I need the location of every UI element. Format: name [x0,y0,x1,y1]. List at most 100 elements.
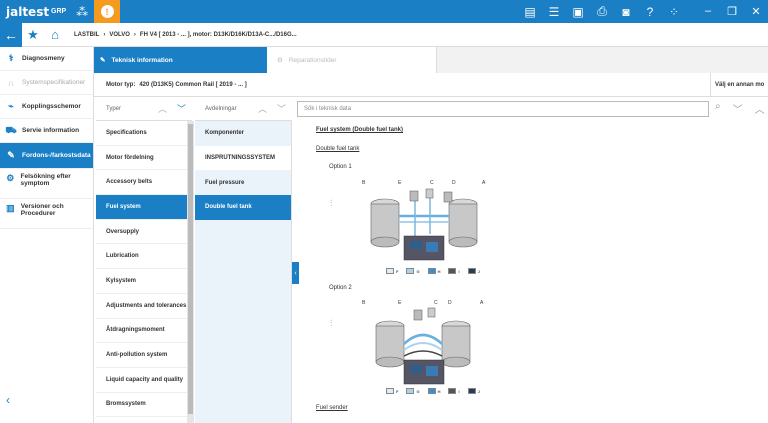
list-item[interactable]: Specifications [96,121,187,146]
list-icon[interactable]: ☰ [542,0,566,23]
list-item[interactable]: Anti-pollution system [96,343,187,368]
list-item[interactable]: Double fuel tank [195,195,291,220]
sidebar-item-label: Diagnosmeny [22,55,65,62]
sidebar-item-servie-information[interactable]: ⛟ Servie information [0,119,93,143]
choose-other-motor[interactable]: Välj en annan mo [710,72,764,97]
collapse-sidebar-icon[interactable]: ‹ [6,393,10,407]
search-input[interactable]: Sök i teknisk data [297,101,709,117]
avdelningar-title: Avdelningar [205,105,237,112]
scrollbar-thumb[interactable] [188,124,193,414]
breadcrumb-item[interactable]: FH V4 [ 2013 - ... ], motor: D13K/D16K/D… [140,32,297,38]
chevron-right-icon: › [103,31,106,38]
motor-value: 420 (D13K5) Common Rail [ 2019 - ... ] [139,81,247,88]
fig-letter: D [448,300,452,306]
list-item[interactable]: Lubrication [96,244,187,270]
fig-letter: D [452,180,456,186]
wiring-icon: ⌁ [8,101,14,111]
chevron-down-icon[interactable]: ﹀ [177,102,186,115]
tab-teknisk-information[interactable]: ✎ Teknisk information [94,47,267,73]
list-item[interactable]: Komponenter [195,121,291,146]
list-item[interactable]: Accessory belts [96,170,187,196]
list-item[interactable]: Oversupply [96,220,187,245]
help-icon[interactable]: ? [638,0,662,23]
typer-title: Typer [106,105,122,112]
document-icon: ▥ [6,203,15,213]
list-item[interactable]: Bromssystem [96,393,187,418]
typer-list: Specifications Motor fördelning Accessor… [96,121,187,423]
chevron-down-icon[interactable]: ﹀ [277,102,286,115]
fuel-diagram-option-1[interactable]: B E C D A ⫶ [330,176,490,274]
content-title[interactable]: Fuel system (Double fuel tank) [316,127,403,133]
breadcrumb: ← ★ ⌂ LASTBIL › VOLVO › FH V4 [ 2013 - .… [0,22,768,47]
legend-label: G [416,268,420,274]
printer-icon[interactable]: ⎙ [590,0,614,23]
warning-button[interactable]: ! [94,0,120,23]
fuel-sender-link[interactable]: Fuel sender [316,405,348,411]
truck-icon: ⛟ [5,124,17,135]
scrollbar[interactable] [187,121,194,423]
sidebar-item-versioner[interactable]: ▥ Versioner och Procedurer [0,199,93,229]
minimize-icon[interactable]: – [696,5,720,18]
sidebar-item-fordonsdata[interactable]: ✎ Fordons-/farkostsdata [0,143,93,169]
option-1-label: Option 1 [329,164,352,170]
list-item[interactable]: Adjustments and tolerances [96,294,187,319]
sidebar-item-label: Versioner och Procedurer [20,203,64,217]
tab-reparationstider[interactable]: ⚙ Reparationstider [267,47,437,73]
fig-letter: C [434,300,438,306]
sidebar-item-systemspecifikationer[interactable]: ∩ Systemspecifikationer [0,71,93,95]
headset-icon: ∩ [7,77,15,88]
chevron-up-icon[interactable]: ︿ [258,102,267,115]
sidebar-item-label: Felsökning efter symptom [20,173,71,187]
network-icon[interactable]: ⁂ [70,0,94,23]
list-item[interactable]: Liquid capacity and quality [96,368,187,393]
list-item[interactable]: INSPRUTNINGSSYSTEM [195,146,291,171]
chevron-down-icon[interactable]: ﹀ [733,101,743,116]
search-cog-icon: ⚙ [6,173,15,183]
restore-icon[interactable]: ❐ [720,5,744,18]
fig-letter: B [362,180,366,186]
star-icon[interactable]: ★ [22,27,44,43]
list-item[interactable]: Fuel pressure [195,170,291,196]
motor-label: Motor typ: [106,81,136,88]
sidebar-item-label: Fordons-/farkostsdata [22,152,91,159]
wrench-icon: ✎ [7,150,15,160]
sidebar-item-kopplingsschemor[interactable]: ⌁ Kopplingsschemor [0,95,93,119]
list-item[interactable]: Fuel system [96,195,187,220]
tab-label: Reparationstider [288,56,337,64]
collapse-panel-icon[interactable]: ‹ [292,262,299,284]
legend-label: F [396,268,399,274]
avdelningar-list: Komponenter INSPRUTNINGSSYSTEM Fuel pres… [195,121,292,423]
list-item[interactable]: Motor fördelning [96,146,187,171]
legend-label: H [437,388,441,394]
close-icon[interactable]: ✕ [744,5,768,18]
fig-letter: A [480,300,484,306]
tab-bar: ✎ Teknisk information ⚙ Reparationstider [94,47,768,73]
fig-letter: B [362,300,366,306]
sidebar-item-diagnosmeny[interactable]: ⚕ Diagnosmeny [0,47,93,71]
search-icon[interactable]: ⌕ [715,101,721,116]
chevron-up-icon[interactable]: ︿ [755,101,765,116]
fig-letter: A [482,180,486,186]
sidebar: ⚕ Diagnosmeny ∩ Systemspecifikationer ⌁ Kop… [0,47,94,423]
chevron-up-icon[interactable]: ︿ [158,102,167,115]
option-2-label: Option 2 [329,285,352,291]
legend-label: I [458,388,460,394]
content-subtitle[interactable]: Double fuel tank [316,146,359,152]
apps-grid-icon[interactable]: ⁘ [662,0,686,23]
list-item[interactable]: Kylsystem [96,269,187,294]
device-icon[interactable]: ▣ [566,0,590,23]
fig-letter: E [398,180,402,186]
breadcrumb-item[interactable]: LASTBIL [74,32,99,38]
home-icon[interactable]: ⌂ [44,27,66,42]
chevron-right-icon: › [133,31,136,38]
tab-label: Teknisk information [111,56,173,64]
legend-label: H [437,268,441,274]
breadcrumb-item[interactable]: VOLVO [109,32,130,38]
camera-icon[interactable]: ◙ [614,0,638,23]
back-arrow-icon[interactable]: ← [0,22,22,47]
fuel-diagram-option-2[interactable]: B E C D A ⫶ [330,296,490,394]
legend-option-2: F G H I J [386,388,480,394]
list-item[interactable]: Åtdragningsmoment [96,319,187,344]
document-icon[interactable]: ▤ [518,0,542,23]
sidebar-item-felsokning[interactable]: ⚙ Felsökning efter symptom [0,169,93,199]
